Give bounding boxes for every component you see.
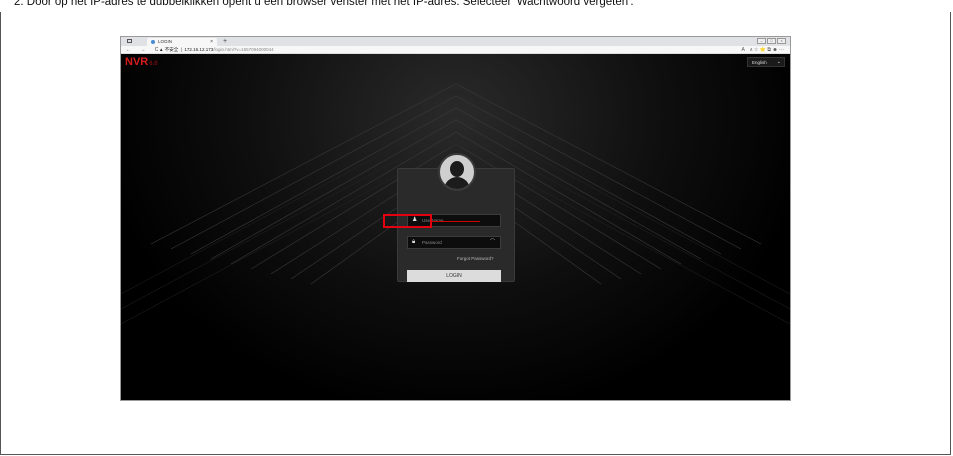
navigation-buttons[interactable]: ← → C — [126, 46, 162, 54]
not-secure-label: ▲ 不安全 — [159, 47, 179, 52]
new-tab-button[interactable]: + — [223, 37, 227, 46]
tab-close-icon[interactable]: × — [210, 38, 213, 46]
url-host: 172.16.12.173 — [184, 47, 214, 52]
user-icon: ♟ — [412, 217, 418, 223]
favicon-icon — [151, 40, 155, 44]
forgot-password-link[interactable]: Forgot Password? — [457, 256, 494, 261]
user-avatar-icon — [438, 153, 476, 191]
close-window-icon[interactable]: × — [777, 38, 786, 44]
window-controls: – □ × — [757, 38, 786, 44]
logo-text: NVR — [125, 56, 149, 68]
browser-toolbar-icons[interactable]: A٨ ☆ ⭐ ⧉ ☻ ··· — [741, 46, 784, 54]
password-input[interactable]: 🔒︎ Password ⌒ — [407, 236, 501, 249]
chevron-down-icon: ⌄ — [776, 59, 781, 65]
language-select[interactable]: English ⌄ — [747, 57, 785, 67]
instruction-caption: 2. Door op het IP-adres te dubbelklikken… — [14, 0, 634, 8]
annotation-arrow-line — [432, 221, 480, 222]
minimize-icon[interactable]: – — [757, 38, 766, 44]
window-menu-icon[interactable] — [127, 39, 132, 43]
browser-window: LOGIN × + – □ × ← → C ▲ 不安全 | 172.16.12.… — [120, 36, 791, 401]
login-button[interactable]: LOGIN — [407, 270, 501, 282]
url-path: /login.html?v=1657094000044 — [213, 47, 274, 52]
address-bar: ← → C ▲ 不安全 | 172.16.12.173/login.html?v… — [121, 46, 790, 54]
password-placeholder: Password — [422, 240, 442, 245]
tab-login[interactable]: LOGIN × — [147, 38, 217, 46]
lock-icon: 🔒︎ — [412, 239, 416, 245]
maximize-icon[interactable]: □ — [767, 38, 776, 44]
tab-bar: LOGIN × + – □ × — [121, 37, 790, 46]
eye-icon[interactable]: ⌒ — [490, 237, 495, 248]
logo-version: 6.0 — [149, 61, 158, 67]
url-field[interactable]: ▲ 不安全 | 172.16.12.173/login.html?v=16570… — [159, 46, 274, 54]
nvr-logo: NVR6.0 — [125, 56, 158, 68]
tab-title: LOGIN — [158, 39, 173, 44]
language-value: English — [752, 60, 767, 65]
